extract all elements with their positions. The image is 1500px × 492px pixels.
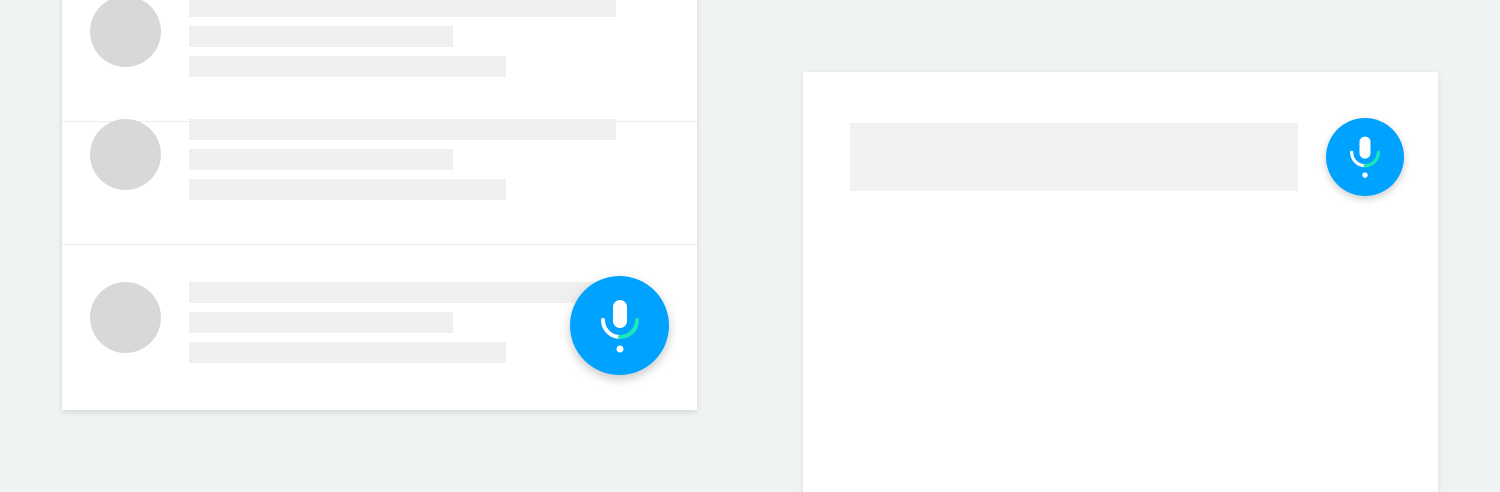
detail-placeholder [189, 179, 506, 200]
voice-search-button[interactable] [1326, 118, 1404, 196]
microphone-icon [596, 298, 644, 354]
avatar-placeholder [90, 119, 161, 190]
search-card [803, 72, 1438, 492]
title-placeholder [189, 282, 616, 303]
voice-input-button[interactable] [570, 276, 669, 375]
search-input[interactable] [850, 123, 1298, 191]
microphone-icon [1346, 135, 1384, 179]
subtitle-placeholder [189, 149, 453, 170]
subtitle-placeholder [189, 312, 453, 333]
title-placeholder [189, 0, 616, 17]
list-item[interactable] [62, 83, 697, 245]
title-placeholder [189, 119, 616, 140]
avatar-placeholder [90, 0, 161, 67]
detail-placeholder [189, 56, 506, 77]
detail-placeholder [189, 342, 506, 363]
subtitle-placeholder [189, 26, 453, 47]
avatar-placeholder [90, 282, 161, 353]
